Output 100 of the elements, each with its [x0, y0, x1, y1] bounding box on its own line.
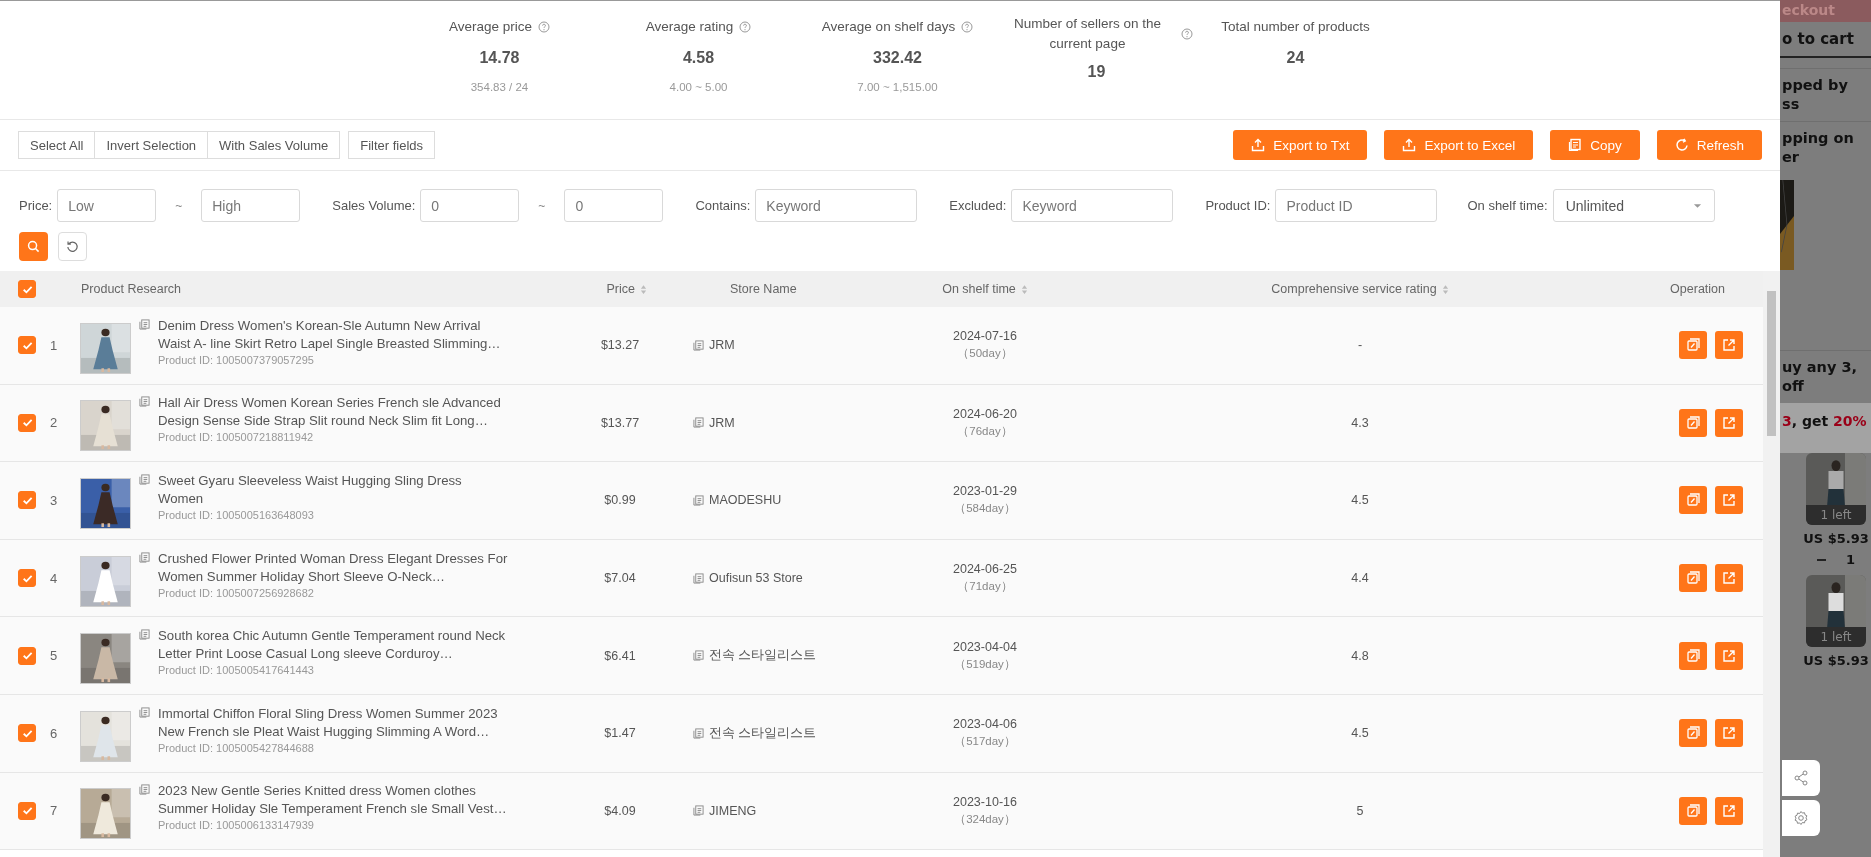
input-field[interactable]: 0: [564, 189, 664, 222]
product-title[interactable]: 2023 New Gentle Series Knitted dress Women clothes Summer Holiday Sle Temperament French sle Small Vest…: [158, 782, 510, 819]
selection-button[interactable]: Select All: [18, 131, 96, 159]
rating-cell: 4.5: [1351, 493, 1369, 508]
product-id: Product ID: 1005005163648093: [158, 509, 315, 521]
link-button[interactable]: [1679, 641, 1707, 670]
select-dropdown[interactable]: Unlimited: [1552, 189, 1715, 222]
row-checkbox[interactable]: [18, 646, 36, 665]
link-icon: [1686, 571, 1700, 586]
open-external-button[interactable]: [1715, 564, 1743, 593]
shelf-days: （324day）: [954, 811, 1016, 827]
minus-icon[interactable]: [1816, 558, 1826, 561]
rating-cell: 4.4: [1351, 571, 1369, 586]
copy-icon[interactable]: [693, 805, 704, 817]
product-id: Product ID: 1005006133147939: [158, 819, 315, 832]
sort-icon[interactable]: [640, 283, 647, 295]
price-text: US $5.93: [1803, 531, 1869, 546]
row-number: 3: [50, 493, 58, 508]
price-cell: $0.99: [604, 493, 636, 508]
shipping-text: pped by ss: [1780, 68, 1871, 121]
copy-icon[interactable]: [693, 417, 704, 429]
sort-icon[interactable]: [1020, 283, 1028, 295]
product-title[interactable]: Sweet Gyaru Sleeveless Waist Hugging Sling Dress Women: [158, 472, 510, 508]
open-external-button[interactable]: [1715, 486, 1743, 515]
row-checkbox[interactable]: [18, 569, 36, 588]
link-icon: [1686, 338, 1700, 353]
row-checkbox[interactable]: [18, 413, 36, 432]
input-field[interactable]: 0: [420, 189, 520, 222]
link-button[interactable]: [1679, 719, 1707, 748]
shelf-days: （517day）: [954, 734, 1016, 750]
input-field[interactable]: Keyword: [1011, 189, 1174, 222]
link-button[interactable]: [1679, 796, 1707, 825]
promo-text: 3, get 20%: [1780, 403, 1871, 453]
help-icon[interactable]: [739, 21, 752, 33]
copy-icon[interactable]: [139, 474, 150, 485]
copy-icon[interactable]: [693, 572, 704, 584]
open-external-button[interactable]: [1715, 641, 1743, 670]
open-external-button[interactable]: [1715, 331, 1743, 360]
copy-icon[interactable]: [693, 495, 704, 506]
copy-icon[interactable]: [139, 551, 150, 563]
copy-icon[interactable]: [693, 339, 704, 351]
shelf-days: （519day）: [954, 656, 1016, 672]
link-icon: [1686, 803, 1700, 818]
row-checkbox[interactable]: [18, 801, 36, 820]
selection-button[interactable]: With Sales Volume: [207, 131, 341, 159]
input-field[interactable]: Low: [57, 189, 157, 222]
price-cell: $13.77: [600, 415, 640, 430]
search-button[interactable]: [19, 232, 48, 261]
link-button[interactable]: [1679, 408, 1707, 437]
product-title[interactable]: Crushed Flower Printed Woman Dress Elegant Dresses For Women Summer Holiday Short Sleeve O-Neck…: [158, 549, 510, 586]
price-cell: $4.09: [604, 803, 636, 818]
filter-label: Excluded:: [949, 198, 1007, 213]
row-checkbox[interactable]: [18, 336, 36, 355]
copy-icon[interactable]: [139, 318, 150, 330]
sort-icon[interactable]: [1441, 283, 1449, 295]
help-icon[interactable]: [538, 21, 551, 33]
copy-icon[interactable]: [139, 396, 150, 408]
stat-value: 332.42: [873, 49, 922, 67]
product-title[interactable]: South korea Chic Autumn Gentle Temperament round Neck Letter Print Loose Casual Long sleeve Corduroy…: [158, 627, 510, 664]
copy-icon[interactable]: [139, 784, 150, 796]
settings-button[interactable]: [1782, 800, 1820, 836]
link-icon: [1686, 493, 1700, 508]
refresh-icon: [1674, 138, 1689, 152]
add-to-cart-button[interactable]: o to cart: [1780, 22, 1871, 58]
copy-icon[interactable]: [139, 629, 150, 641]
link-button[interactable]: [1679, 486, 1707, 515]
input-field[interactable]: Keyword: [755, 189, 918, 222]
store-name: JIMENG: [709, 803, 757, 818]
row-checkbox[interactable]: [18, 724, 36, 743]
input-field[interactable]: High: [201, 189, 301, 222]
share-button[interactable]: [1782, 760, 1820, 796]
copy-icon[interactable]: [693, 650, 704, 662]
help-icon[interactable]: [1181, 28, 1193, 40]
product-title[interactable]: Denim Dress Women's Korean-Sle Autumn New Arrival Waist A- line Skirt Retro Lapel Single Breasted Slimming…: [158, 316, 510, 353]
input-field[interactable]: Product ID: [1275, 189, 1438, 222]
open-external-button[interactable]: [1715, 719, 1743, 748]
shelf-date: 2023-04-04: [953, 639, 1017, 654]
product-title[interactable]: Hall Air Dress Women Korean Series French sle Advanced Design Sense Side Strap Slit round Neck Slim fit Long…: [158, 394, 510, 431]
column-header: Price: [606, 282, 635, 296]
filter-fields-button[interactable]: Filter fields: [348, 131, 436, 159]
link-button[interactable]: [1679, 331, 1707, 360]
shipping-text: pping on er: [1780, 121, 1871, 174]
link-button[interactable]: [1679, 564, 1707, 593]
copy-icon[interactable]: [693, 727, 704, 739]
product-title[interactable]: Immortal Chiffon Floral Sling Dress Women Summer 2023 New French sle Pleat Waist Hugging Slimming A Word…: [158, 704, 510, 741]
link-icon: [1686, 648, 1700, 663]
row-checkbox[interactable]: [18, 491, 36, 510]
select-all-checkbox[interactable]: [18, 280, 36, 298]
store-name: 전속 스타일리스트: [709, 647, 817, 665]
column-header: Store Name: [730, 282, 797, 296]
stat-label: Total number of products: [1221, 18, 1370, 36]
stat-range: 354.83 / 24: [470, 81, 529, 93]
product-id: Product ID: 1005007379057295: [158, 353, 315, 366]
open-external-button[interactable]: [1715, 796, 1743, 825]
reset-button[interactable]: [58, 232, 87, 261]
open-external-button[interactable]: [1715, 408, 1743, 437]
search-icon: [27, 240, 40, 253]
copy-icon[interactable]: [139, 706, 150, 718]
help-icon[interactable]: [961, 21, 974, 33]
selection-button[interactable]: Invert Selection: [94, 131, 209, 159]
